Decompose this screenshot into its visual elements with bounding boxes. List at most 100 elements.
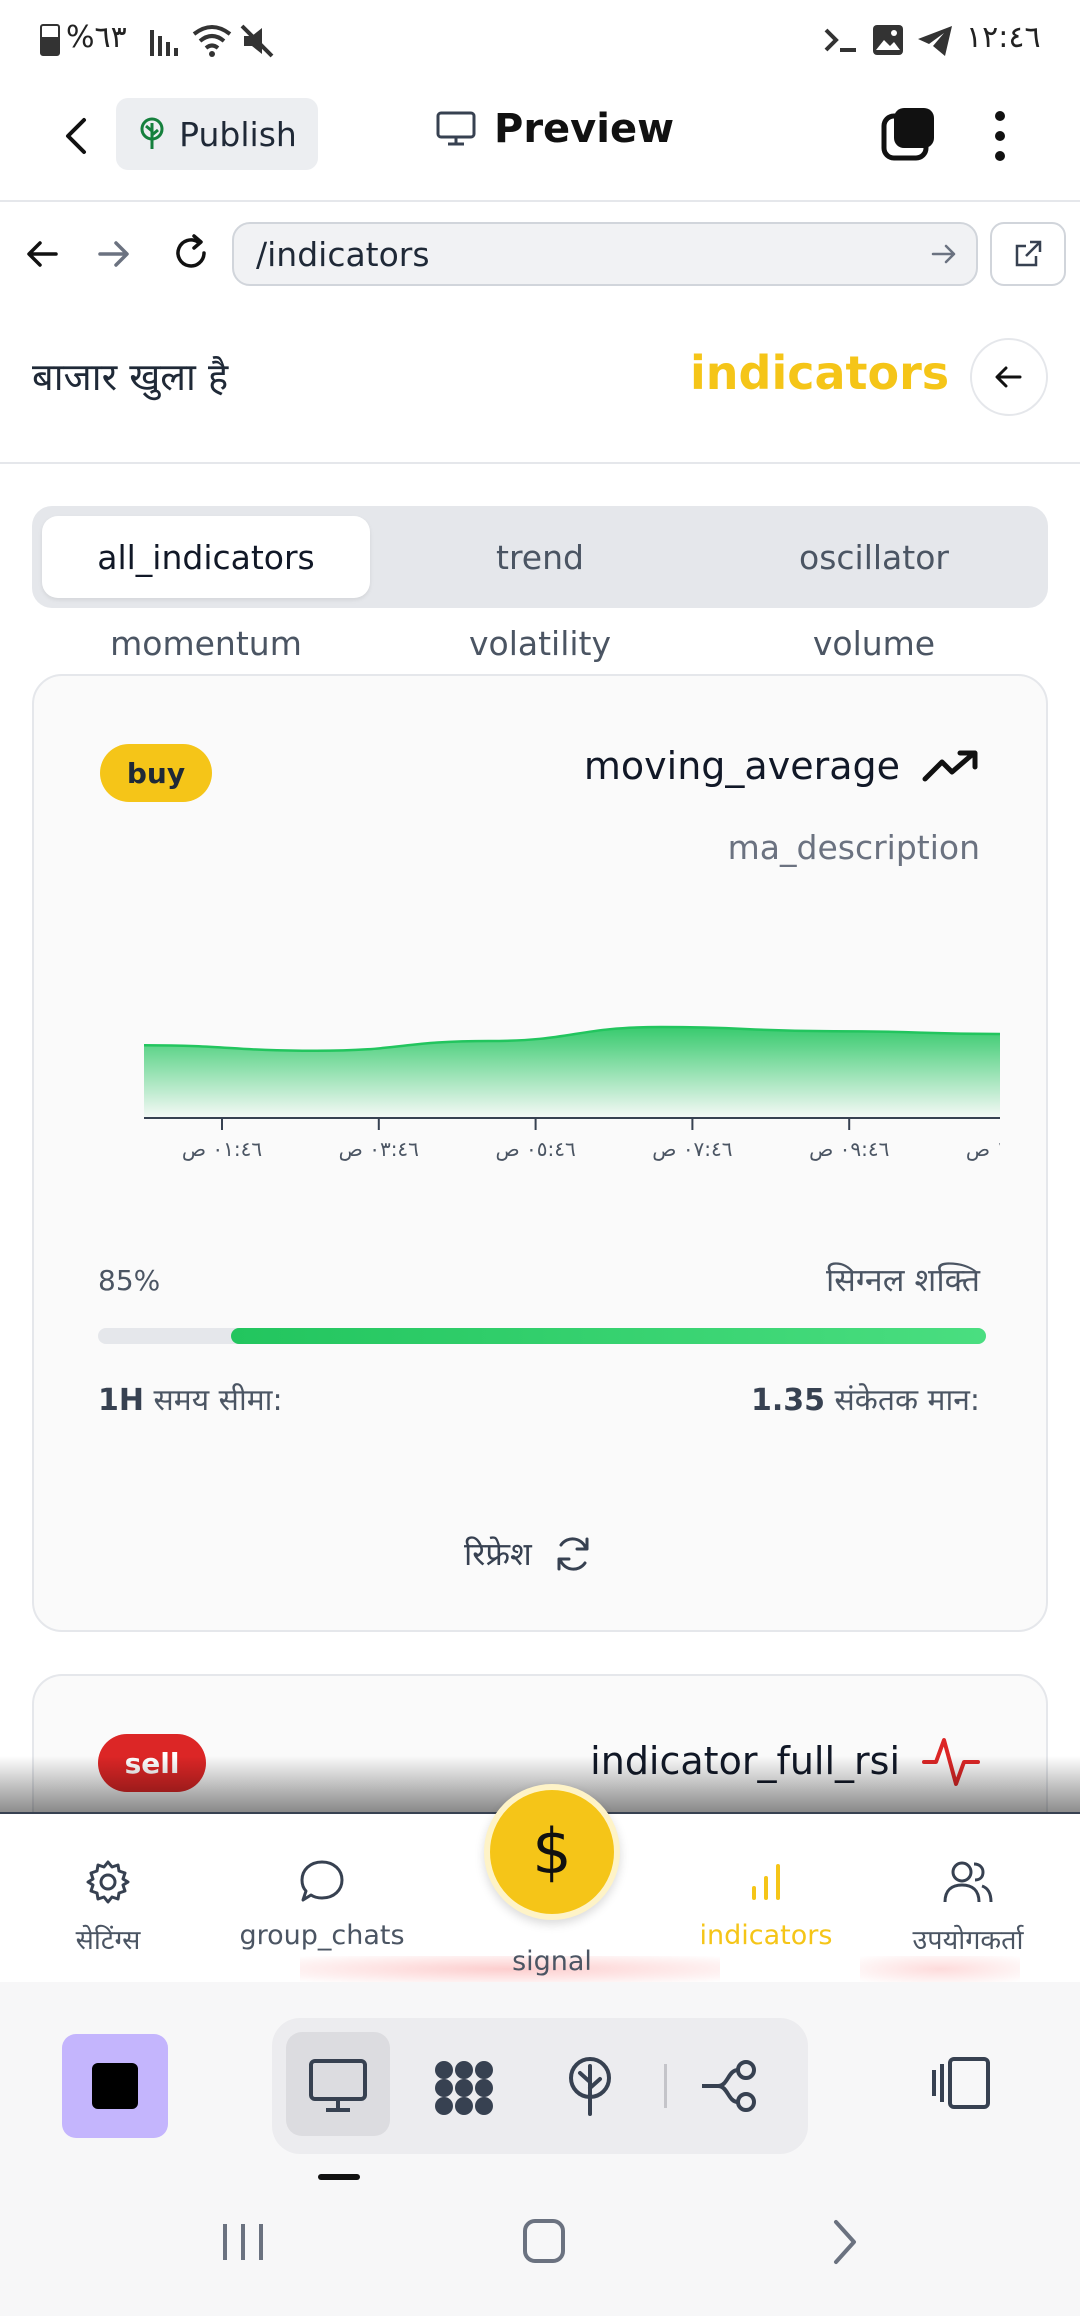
x-tick-label: ١١:٤٦ ص (966, 1137, 1000, 1161)
monitor-icon (309, 2059, 367, 2112)
home-button[interactable] (522, 2218, 566, 2264)
market-status: बाजार खुला है (32, 355, 229, 399)
trending-up-icon (922, 749, 980, 783)
nav-label: indicators (699, 1920, 833, 1951)
indicator-card-moving-average: buy moving_average ma_description ٠١:٤٦ … (32, 674, 1048, 1632)
terminal-icon (824, 26, 858, 54)
battery-icon (40, 24, 60, 56)
signal-strength-fill (231, 1328, 986, 1344)
signal-strength-label: सिग्नल शक्ति (826, 1261, 980, 1299)
open-external-button[interactable] (990, 222, 1066, 286)
wifi-icon (192, 22, 232, 58)
external-link-icon (1015, 240, 1042, 267)
status-bar: %٦٣ ١٢:٤٦ (0, 0, 1080, 80)
tab-oscillator[interactable]: oscillator (710, 516, 1038, 598)
nav-item-group-chats[interactable]: group_chats (222, 1858, 422, 1951)
tab-momentum[interactable]: momentum (42, 618, 370, 668)
moving-average-chart: ٠١:٤٦ ص ٠٣:٤٦ ص ٠٥:٤٦ ص ٠٧:٤٦ ص ٠٩:٤٦ ص ١١:٤٦… (100, 938, 1000, 1174)
reload-button[interactable] (170, 232, 212, 274)
telegram-icon (916, 24, 954, 58)
active-tool-indicator (318, 2174, 360, 2180)
grid-tool-button[interactable] (432, 2058, 496, 2118)
nav-item-users[interactable]: उपयोगकर्ता (868, 1858, 1068, 1957)
clock: ١٢:٤٦ (966, 20, 1041, 55)
indicator-tabs-row2: momentum volatility volume (32, 618, 1048, 668)
signal-badge-buy: buy (100, 744, 212, 802)
chat-icon (298, 1858, 346, 1906)
stop-button[interactable] (62, 2034, 168, 2138)
header-back-button[interactable] (970, 338, 1048, 416)
chevron-right-icon (834, 2220, 856, 2264)
system-navigation-bar (0, 2182, 1080, 2316)
tree-tool-button[interactable] (564, 2056, 616, 2116)
nav-item-indicators[interactable]: indicators (666, 1858, 866, 1951)
battery-percent: %٦٣ (66, 20, 127, 55)
reload-icon (176, 234, 206, 268)
indicator-description: ma_description (727, 828, 980, 867)
home-icon (523, 2219, 565, 2263)
indicator-title: moving_average (584, 744, 980, 788)
recent-apps-icon (223, 2224, 263, 2260)
signal-strength-percent: 85% (98, 1264, 161, 1297)
dollar-icon: $ (532, 1815, 572, 1888)
more-menu-button[interactable] (990, 108, 1010, 164)
flow-tool-button[interactable] (698, 2058, 762, 2114)
image-icon (872, 24, 904, 56)
window-stack-icon (881, 108, 934, 161)
monitor-icon (436, 111, 476, 147)
refresh-label: रिफ्रेश (464, 1535, 532, 1573)
nav-label-signal: signal (512, 1946, 592, 1977)
users-icon (942, 1858, 994, 1906)
tree-icon (137, 117, 167, 151)
publish-label: Publish (179, 114, 297, 154)
tree-icon (569, 2057, 611, 2116)
tab-volume[interactable]: volume (710, 618, 1038, 668)
signal-value-info: 1.35 संकेतक मान: (751, 1378, 980, 1419)
arrow-left-icon (27, 241, 58, 267)
editor-toolbar (0, 1982, 1080, 2182)
go-arrow-icon[interactable] (930, 240, 958, 268)
url-field[interactable]: /indicators (232, 222, 978, 286)
publish-button[interactable]: Publish (116, 98, 318, 170)
x-tick-label: ٠٥:٤٦ ص (495, 1137, 575, 1161)
arrow-left-icon (995, 366, 1022, 388)
chart-svg: ٠١:٤٦ ص ٠٣:٤٦ ص ٠٥:٤٦ ص ٠٧:٤٦ ص ٠٩:٤٦ ص ١١:٤٦… (143, 1025, 1000, 1161)
signal-value-label: संकेतक मान: (834, 1383, 980, 1418)
grid-icon (435, 2061, 493, 2115)
back-button[interactable] (56, 114, 100, 158)
app-header: बाजार खुला है indicators (0, 306, 1080, 464)
nav-label: उपयोगकर्ता (912, 1925, 1024, 1956)
nav-item-settings[interactable]: सेटिंग्स (8, 1858, 208, 1957)
decorative-glow (860, 1956, 1020, 1982)
tab-trend[interactable]: trend (376, 516, 704, 598)
timeframe-info: 1H समय सीमा: (98, 1378, 283, 1419)
recent-apps-button[interactable] (220, 2220, 266, 2264)
indicator-tabs: all_indicators trend oscillator (32, 506, 1048, 608)
tabs-switch-button[interactable] (880, 106, 936, 162)
browser-forward-button[interactable] (96, 236, 132, 272)
refresh-button[interactable]: रिफ्रेश (464, 1532, 594, 1575)
signal-value: 1.35 (750, 1383, 825, 1418)
indicator-name: moving_average (583, 744, 900, 788)
signal-icon (150, 24, 188, 56)
system-back-button[interactable] (830, 2218, 860, 2266)
tab-all-indicators[interactable]: all_indicators (42, 516, 370, 598)
tab-volatility[interactable]: volatility (376, 618, 704, 668)
timeframe-label: समय सीमा: (153, 1383, 283, 1418)
signal-fab-button[interactable]: $ (484, 1784, 620, 1920)
mute-icon (240, 24, 274, 58)
monitor-tool-button[interactable] (308, 2058, 368, 2114)
signal-strength-bar (98, 1328, 986, 1344)
browser-bar: /indicators (0, 202, 1080, 308)
url-text: /indicators (256, 234, 430, 274)
page-title: indicators (690, 346, 950, 400)
arrow-right-icon (98, 241, 129, 267)
area-series (144, 1027, 1000, 1118)
x-tick-label: ٠٩:٤٦ ص (809, 1137, 889, 1161)
preview-title: Preview (436, 106, 674, 152)
timeframe-value: 1H (98, 1383, 144, 1418)
gear-icon (84, 1858, 132, 1906)
panel-toggle-button[interactable] (930, 2056, 992, 2110)
x-tick-label: ٠٧:٤٦ ص (652, 1137, 732, 1161)
browser-back-button[interactable] (24, 236, 60, 272)
